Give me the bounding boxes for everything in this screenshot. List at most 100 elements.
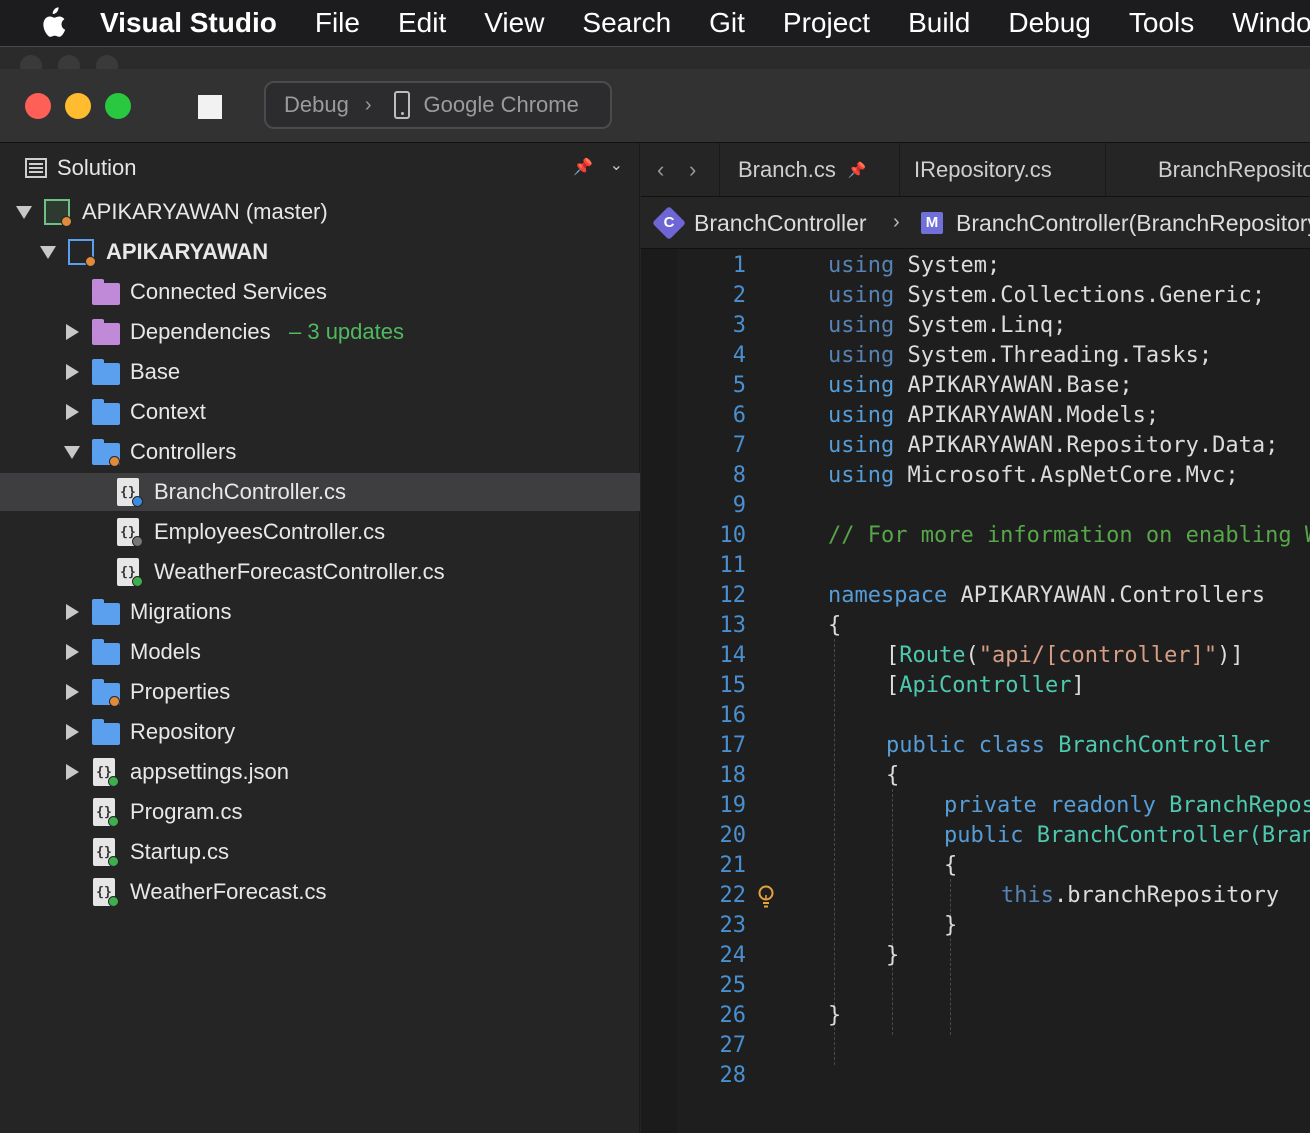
configuration-label[interactable]: Debug xyxy=(284,92,349,118)
tree-item-label: Connected Services xyxy=(130,279,327,304)
menu-search[interactable]: Search xyxy=(582,7,671,39)
tree-row-folder[interactable]: Repository xyxy=(0,713,640,751)
tab-branchrepository-cs[interactable]: BranchRepository.cs xyxy=(1105,143,1310,196)
line-number: 7 xyxy=(732,433,746,458)
tree-item-label: BranchController.cs xyxy=(154,479,346,504)
tree-row-dependencies[interactable]: Dependencies – 3 updates xyxy=(0,313,640,351)
tree-item-label: Controllers xyxy=(130,439,237,464)
pin-icon[interactable]: 📌 xyxy=(848,161,867,179)
chevron-down-icon[interactable]: ⌄ xyxy=(610,155,623,175)
tree-row-folder[interactable]: Context xyxy=(0,393,640,431)
expand-arrow-icon[interactable] xyxy=(66,604,79,620)
code-line: public class BranchController xyxy=(886,733,1271,758)
app-name-menu[interactable]: Visual Studio xyxy=(100,7,277,39)
menu-project[interactable]: Project xyxy=(783,7,870,39)
tree-item-label: WeatherForecast.cs xyxy=(130,879,327,904)
code-line: } xyxy=(944,913,958,938)
code-line: { xyxy=(886,763,900,788)
tab-branch-cs[interactable]: Branch.cs 📌 xyxy=(719,143,899,196)
line-number: 9 xyxy=(732,493,746,518)
code-area[interactable]: 1 2 3 4 5 6 7 8 9 10 11 12 13 14 15 16 17 18 19 20 21 22 23 24 2… xyxy=(641,249,1310,1133)
tree-row-file[interactable]: {} EmployeesController.cs xyxy=(0,513,640,551)
line-number: 1 xyxy=(732,253,746,278)
tree-item-label: Program.cs xyxy=(130,799,243,824)
minimize-window-button[interactable] xyxy=(65,93,91,119)
code-line: using APIKARYAWAN.Repository.Data; xyxy=(828,433,1279,458)
folder-icon xyxy=(92,359,120,385)
tree-item-label: Migrations xyxy=(130,599,232,624)
tree-row-folder[interactable]: Properties xyxy=(0,673,640,711)
status-dot-icon xyxy=(109,456,120,467)
line-number: 25 xyxy=(719,973,747,998)
tree-item-label: APIKARYAWAN (master) xyxy=(82,199,328,224)
expand-arrow-icon[interactable] xyxy=(66,644,79,660)
apple-icon[interactable] xyxy=(38,0,66,46)
breadcrumb-class[interactable]: BranchController xyxy=(694,210,867,237)
run-configuration-selector[interactable]: Debug › Google Chrome xyxy=(264,81,612,129)
close-window-button[interactable] xyxy=(25,93,51,119)
dependencies-icon xyxy=(92,319,120,345)
tab-irepository-cs[interactable]: IRepository.cs xyxy=(899,143,1105,196)
line-number: 13 xyxy=(719,613,747,638)
code-line: using System; xyxy=(828,253,1001,278)
line-number: 16 xyxy=(719,703,747,728)
menu-edit[interactable]: Edit xyxy=(398,7,446,39)
breadcrumb: C BranchController › M BranchController(… xyxy=(641,197,1310,249)
menu-git[interactable]: Git xyxy=(709,7,745,39)
menu-file[interactable]: File xyxy=(315,7,360,39)
tree-row-folder[interactable]: Models xyxy=(0,633,640,671)
nav-forward-icon[interactable]: › xyxy=(689,157,696,183)
menu-tools[interactable]: Tools xyxy=(1129,7,1194,39)
tree-row-file[interactable]: {} WeatherForecast.cs xyxy=(0,873,640,911)
expand-arrow-icon[interactable] xyxy=(40,246,56,259)
indent-guide xyxy=(892,789,893,1035)
tree-row-file[interactable]: {} appsettings.json xyxy=(0,753,640,791)
status-dot-icon xyxy=(108,776,119,787)
code-line: using System.Threading.Tasks; xyxy=(828,343,1213,368)
menu-view[interactable]: View xyxy=(484,7,544,39)
menu-window[interactable]: Window xyxy=(1232,7,1310,39)
tree-row-folder[interactable]: Controllers xyxy=(0,433,640,471)
tree-row-file[interactable]: {} Startup.cs xyxy=(0,833,640,871)
tree-row-folder[interactable]: Base xyxy=(0,353,640,391)
lightbulb-icon[interactable] xyxy=(757,885,775,909)
tree-row-file[interactable]: {} WeatherForecastController.cs xyxy=(0,553,640,591)
line-number: 27 xyxy=(719,1033,747,1058)
tree-row-project[interactable]: APIKARYAWAN xyxy=(0,233,640,271)
menu-build[interactable]: Build xyxy=(908,7,970,39)
stop-icon[interactable] xyxy=(198,95,222,119)
expand-arrow-icon[interactable] xyxy=(66,724,79,740)
code-line: namespace APIKARYAWAN.Controllers xyxy=(828,583,1266,608)
expand-arrow-icon[interactable] xyxy=(66,364,79,380)
status-dot-icon xyxy=(108,816,119,827)
tree-item-label: Repository xyxy=(130,719,236,744)
updates-badge[interactable]: – 3 updates xyxy=(289,319,404,345)
status-dot-icon xyxy=(109,696,120,707)
code-line: using System.Collections.Generic; xyxy=(828,283,1266,308)
expand-arrow-icon[interactable] xyxy=(16,206,32,219)
pin-icon[interactable]: 📌 xyxy=(573,157,593,177)
zoom-window-button[interactable] xyxy=(105,93,131,119)
expand-arrow-icon[interactable] xyxy=(64,446,80,459)
tree-item-label: Base xyxy=(130,359,181,384)
code-line: [ApiController] xyxy=(886,673,1085,698)
expand-arrow-icon[interactable] xyxy=(66,324,79,340)
expand-arrow-icon[interactable] xyxy=(66,684,79,700)
tab-label: IRepository.cs xyxy=(914,157,1052,182)
tree-row-solution[interactable]: APIKARYAWAN (master) xyxy=(0,193,640,231)
code-line: private readonly BranchRepository xyxy=(944,793,1310,818)
line-number: 20 xyxy=(719,823,747,848)
tree-row-folder[interactable]: Migrations xyxy=(0,593,640,631)
target-label[interactable]: Google Chrome xyxy=(424,92,579,118)
expand-arrow-icon[interactable] xyxy=(66,764,79,780)
line-number: 26 xyxy=(719,1003,747,1028)
tree-row-connected-services[interactable]: Connected Services xyxy=(0,273,640,311)
tree-row-file[interactable]: {} Program.cs xyxy=(0,793,640,831)
breadcrumb-method[interactable]: BranchController(BranchRepository branch… xyxy=(956,210,1310,237)
code-editor: ‹ › Branch.cs 📌 IRepository.cs BranchRep… xyxy=(641,143,1310,1133)
nav-back-icon[interactable]: ‹ xyxy=(657,157,664,183)
menu-debug[interactable]: Debug xyxy=(1008,7,1091,39)
tree-row-file-selected[interactable]: {} BranchController.cs xyxy=(0,473,640,511)
expand-arrow-icon[interactable] xyxy=(66,404,79,420)
status-dot-icon xyxy=(108,856,119,867)
